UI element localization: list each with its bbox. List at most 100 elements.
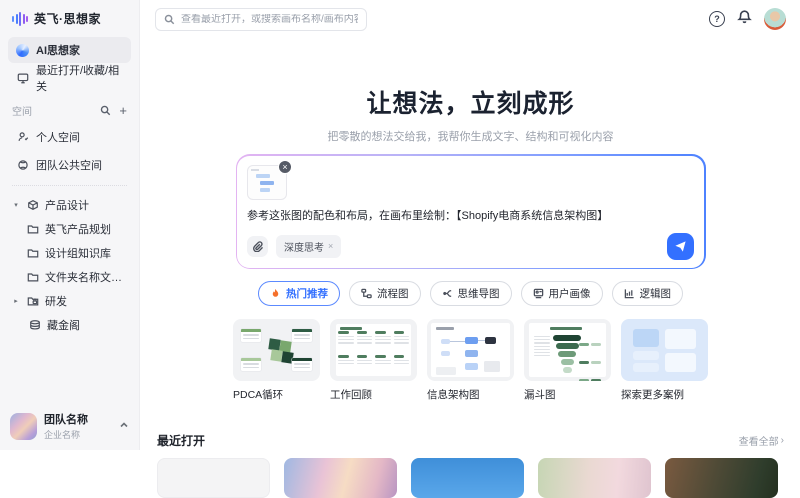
sidebar-item-ai-thinker[interactable]: AI思想家	[8, 37, 131, 63]
team-name: 团队名称	[44, 411, 112, 427]
search-space-icon[interactable]	[100, 105, 111, 116]
team-avatar	[10, 413, 37, 440]
attach-button[interactable]	[247, 236, 268, 257]
tab-mindmap[interactable]: 思维导图	[430, 281, 512, 306]
sidebar-item-label: 个人空间	[36, 129, 80, 145]
remove-attachment-icon[interactable]: ×	[278, 160, 292, 174]
paper-plane-icon	[674, 240, 687, 253]
team-org: 企业名称	[44, 428, 112, 441]
template-thumbnail	[330, 319, 417, 381]
template-label: 漏斗图	[524, 387, 611, 402]
send-button[interactable]	[667, 233, 694, 260]
help-icon[interactable]: ?	[709, 11, 725, 27]
sidebar-folder-product-design[interactable]: ▾ 产品设计	[8, 193, 131, 216]
sidebar-item-treasure[interactable]: 藏金阁	[24, 313, 131, 336]
locked-folder-icon	[26, 294, 39, 307]
template-label: 工作回顾	[330, 387, 417, 402]
topbar: ?	[141, 0, 800, 38]
recent-canvas-card[interactable]	[411, 458, 524, 498]
remove-chip-icon[interactable]: ×	[328, 241, 333, 251]
template-thumbnail	[427, 319, 514, 381]
tree-item-label: 研发	[45, 293, 67, 309]
template-card-info-architecture[interactable]: 信息架构图	[427, 319, 514, 402]
recent-title: 最近打开	[157, 432, 205, 449]
folder-icon	[26, 270, 39, 283]
tree-item-label: 藏金阁	[47, 317, 80, 333]
app-title: 英飞·思想家	[34, 10, 101, 27]
tab-label: 逻辑图	[640, 286, 672, 301]
recent-canvas-card[interactable]	[538, 458, 651, 498]
sidebar-item-team-space[interactable]: 团队公共空间	[8, 152, 131, 178]
tab-label: 用户画像	[549, 286, 591, 301]
bell-icon[interactable]	[737, 9, 752, 29]
mindmap-icon	[442, 288, 453, 299]
team-switcher[interactable]: 团队名称 企业名称	[0, 402, 139, 450]
template-gallery: PDCA循环 工作回顾	[141, 319, 800, 402]
paperclip-icon	[252, 241, 263, 252]
person-icon	[16, 131, 29, 144]
chevron-right-icon[interactable]: ▸	[12, 297, 20, 305]
recent-section-header: 最近打开 查看全部 ›	[157, 432, 784, 449]
sidebar: 英飞·思想家 AI思想家 最近打开/收藏/相关 空间 + 个人空间 团队公共空间…	[0, 0, 140, 450]
ai-sparkle-icon	[16, 44, 29, 57]
tree-item-label: 英飞产品规划	[45, 221, 111, 237]
deep-think-chip[interactable]: 深度思考 ×	[276, 235, 341, 258]
template-card-funnel[interactable]: 漏斗图	[524, 319, 611, 402]
user-avatar[interactable]	[764, 8, 786, 30]
tab-persona[interactable]: 用户画像	[521, 281, 603, 306]
tab-label: 思维导图	[458, 286, 500, 301]
folder-icon	[26, 246, 39, 259]
search-icon	[164, 14, 175, 25]
template-label: 探索更多案例	[621, 387, 708, 402]
logic-chart-icon	[624, 288, 635, 299]
search-input[interactable]	[181, 14, 358, 25]
sidebar-folder-product-planning[interactable]: 英飞产品规划	[22, 217, 131, 240]
user-icon	[533, 288, 544, 299]
monitor-icon	[16, 72, 29, 85]
template-card-explore-more[interactable]: 探索更多案例	[621, 319, 708, 402]
tab-label: 热门推荐	[286, 286, 328, 301]
tree-item-label: 产品设计	[45, 197, 89, 213]
team-space-icon	[16, 159, 29, 172]
template-label: 信息架构图	[427, 387, 514, 402]
template-card-work-review[interactable]: 工作回顾	[330, 319, 417, 402]
tree-item-label: 设计组知识库	[45, 245, 111, 261]
recent-canvas-card[interactable]	[157, 458, 270, 498]
attached-image-thumbnail: ×	[247, 165, 287, 200]
page-subtitle: 把零散的想法交给我，我帮你生成文字、结构和可视化内容	[141, 128, 800, 144]
cube-icon	[26, 198, 39, 211]
space-section-header: 空间 +	[0, 93, 139, 122]
recent-canvas-card[interactable]	[665, 458, 778, 498]
chevron-right-icon: ›	[781, 435, 784, 446]
layers-icon	[28, 318, 41, 331]
chevron-up-icon	[119, 417, 129, 435]
sidebar-folder-long-name[interactable]: 文件夹名称文件夹名...	[22, 265, 131, 288]
sidebar-item-personal-space[interactable]: 个人空间	[8, 124, 131, 150]
chevron-down-icon[interactable]: ▾	[12, 201, 20, 209]
tab-hot[interactable]: 热门推荐	[258, 281, 340, 306]
prompt-text[interactable]: 参考这张图的配色和布局，在画布里绘制：【Shopify电商系统信息架构图】	[247, 208, 694, 225]
tab-flowchart[interactable]: 流程图	[349, 281, 421, 306]
app-logo: 英飞·思想家	[0, 0, 139, 35]
waveform-logo-icon	[12, 12, 28, 26]
main-area: ? 让想法，立刻成形 把零散的想法交给我，我帮你生成文字、结构和可视化内容 × …	[141, 0, 800, 450]
recent-canvas-list	[157, 458, 784, 498]
prompt-input-area[interactable]: × 参考这张图的配色和布局，在画布里绘制：【Shopify电商系统信息架构图】 …	[237, 156, 704, 268]
tab-logic[interactable]: 逻辑图	[612, 281, 684, 306]
sidebar-item-label: AI思想家	[36, 42, 80, 58]
template-card-pdca[interactable]: PDCA循环	[233, 319, 320, 402]
recent-canvas-card[interactable]	[284, 458, 397, 498]
page-title: 让想法，立刻成形	[141, 84, 800, 120]
add-space-icon[interactable]: +	[119, 105, 127, 116]
global-search[interactable]	[155, 8, 367, 31]
sidebar-folder-design-kb[interactable]: 设计组知识库	[22, 241, 131, 264]
flowchart-icon	[361, 288, 372, 299]
template-thumbnail	[524, 319, 611, 381]
view-all-label: 查看全部	[739, 433, 779, 448]
prompt-composer: × 参考这张图的配色和布局，在画布里绘制：【Shopify电商系统信息架构图】 …	[236, 154, 706, 269]
view-all-link[interactable]: 查看全部 ›	[739, 433, 784, 448]
chip-label: 深度思考	[284, 239, 324, 254]
sidebar-folder-rd[interactable]: ▸ 研发	[8, 289, 131, 312]
flame-icon	[270, 288, 281, 299]
sidebar-item-recent[interactable]: 最近打开/收藏/相关	[8, 65, 131, 91]
